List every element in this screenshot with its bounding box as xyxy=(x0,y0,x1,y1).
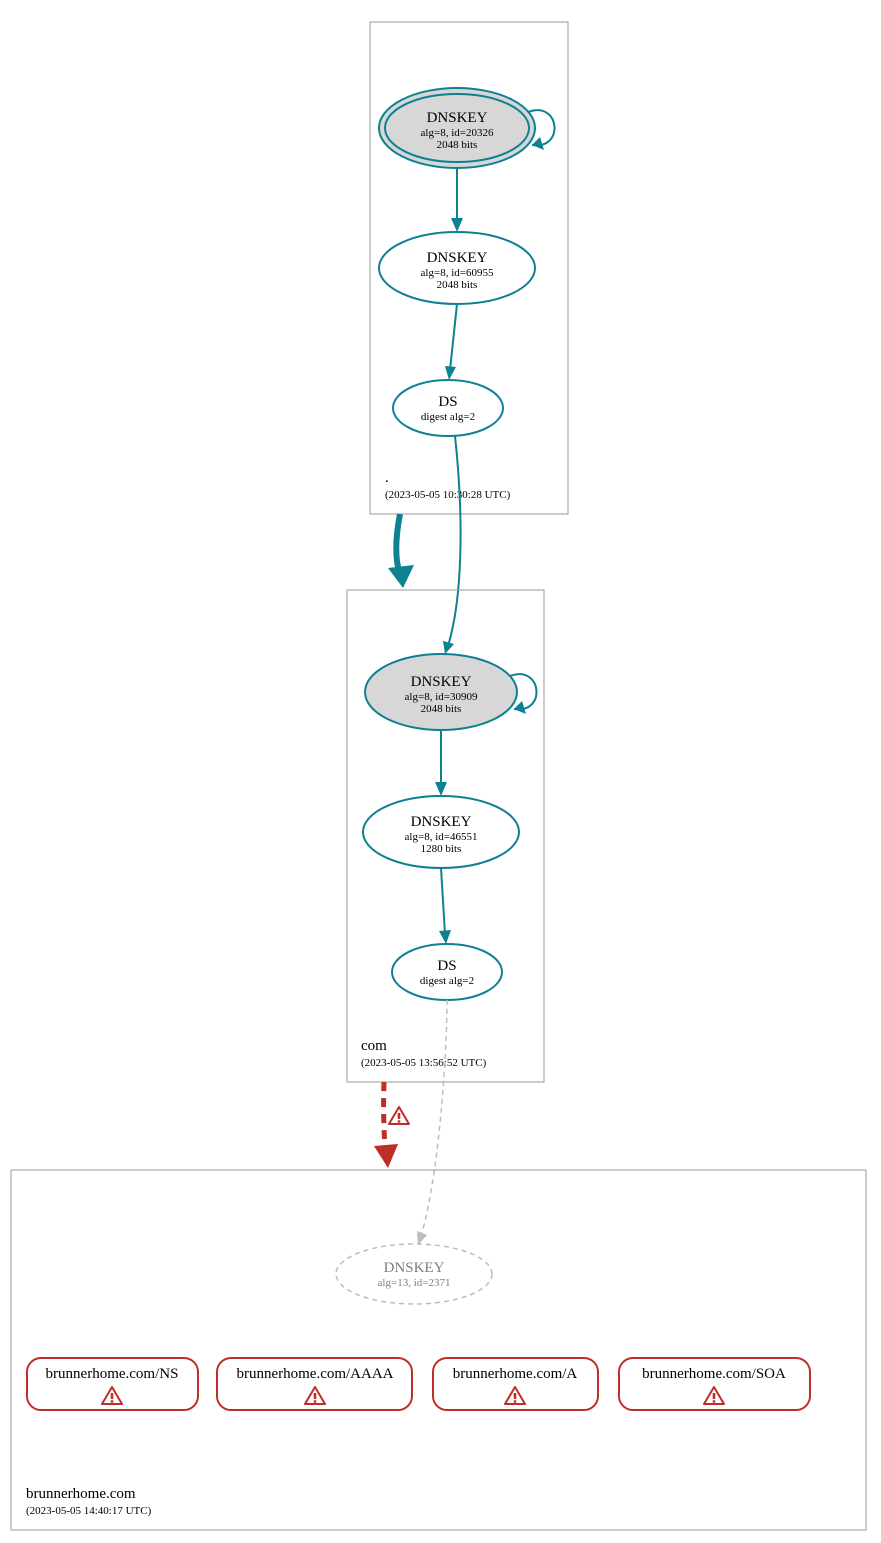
edge-root-zsk-ds xyxy=(450,304,457,370)
zone-label-com: com xyxy=(361,1038,387,1054)
node-root-ds[interactable]: DS digest alg=2 xyxy=(393,380,503,436)
svg-text:brunnerhome.com/NS: brunnerhome.com/NS xyxy=(46,1366,179,1382)
node-com-ds[interactable]: DS digest alg=2 xyxy=(392,944,502,1000)
edge-com-zsk-ds xyxy=(441,868,445,934)
zone-timestamp-leaf: (2023-05-05 14:40:17 UTC) xyxy=(26,1505,152,1517)
node-com-ksk[interactable]: DNSKEY alg=8, id=30909 2048 bits xyxy=(365,654,517,730)
rrset-aaaa[interactable]: brunnerhome.com/AAAA xyxy=(217,1358,412,1410)
zone-box-leaf xyxy=(11,1170,866,1530)
svg-text:1280 bits: 1280 bits xyxy=(421,843,462,855)
svg-text:alg=8, id=46551: alg=8, id=46551 xyxy=(405,831,478,843)
svg-text:2048 bits: 2048 bits xyxy=(437,279,478,291)
svg-text:DNSKEY: DNSKEY xyxy=(427,110,488,126)
edge-delegation-root-com xyxy=(396,514,400,574)
svg-text:DS: DS xyxy=(437,958,456,974)
svg-text:DNSKEY: DNSKEY xyxy=(411,814,472,830)
dnssec-graph: . (2023-05-05 10:30:28 UTC) DNSKEY alg=8… xyxy=(0,0,881,1543)
node-root-ksk[interactable]: DNSKEY alg=8, id=20326 2048 bits xyxy=(379,88,535,168)
edge-com-ds-leaf-key xyxy=(421,1000,447,1236)
svg-text:brunnerhome.com/AAAA: brunnerhome.com/AAAA xyxy=(236,1366,393,1382)
svg-text:2048 bits: 2048 bits xyxy=(437,139,478,151)
svg-text:brunnerhome.com/A: brunnerhome.com/A xyxy=(453,1366,578,1382)
node-leaf-dnskey[interactable]: DNSKEY alg=13, id=2371 xyxy=(336,1244,492,1304)
svg-text:digest alg=2: digest alg=2 xyxy=(421,411,475,423)
edge-root-ds-com-ksk xyxy=(448,436,461,646)
rrset-ns[interactable]: brunnerhome.com/NS xyxy=(27,1358,198,1410)
svg-text:2048 bits: 2048 bits xyxy=(421,703,462,715)
svg-text:alg=8, id=30909: alg=8, id=30909 xyxy=(405,691,478,703)
zone-label-root: . xyxy=(385,470,389,486)
rrset-a[interactable]: brunnerhome.com/A xyxy=(433,1358,598,1410)
svg-text:digest alg=2: digest alg=2 xyxy=(420,975,474,987)
svg-text:DNSKEY: DNSKEY xyxy=(384,1260,445,1276)
zone-label-leaf: brunnerhome.com xyxy=(26,1486,136,1502)
svg-text:alg=8, id=20326: alg=8, id=20326 xyxy=(421,127,494,139)
svg-text:alg=13, id=2371: alg=13, id=2371 xyxy=(378,1277,451,1289)
svg-text:DNSKEY: DNSKEY xyxy=(411,674,472,690)
node-com-zsk[interactable]: DNSKEY alg=8, id=46551 1280 bits xyxy=(363,796,519,868)
zone-timestamp-com: (2023-05-05 13:56:52 UTC) xyxy=(361,1057,487,1069)
svg-text:brunnerhome.com/SOA: brunnerhome.com/SOA xyxy=(642,1366,786,1382)
svg-text:DS: DS xyxy=(438,394,457,410)
rrset-soa[interactable]: brunnerhome.com/SOA xyxy=(619,1358,810,1410)
edge-delegation-com-leaf xyxy=(384,1082,385,1150)
svg-text:alg=8, id=60955: alg=8, id=60955 xyxy=(421,267,494,279)
svg-text:DNSKEY: DNSKEY xyxy=(427,250,488,266)
warning-icon xyxy=(389,1107,409,1124)
node-root-zsk[interactable]: DNSKEY alg=8, id=60955 2048 bits xyxy=(379,232,535,304)
zone-timestamp-root: (2023-05-05 10:30:28 UTC) xyxy=(385,489,511,501)
